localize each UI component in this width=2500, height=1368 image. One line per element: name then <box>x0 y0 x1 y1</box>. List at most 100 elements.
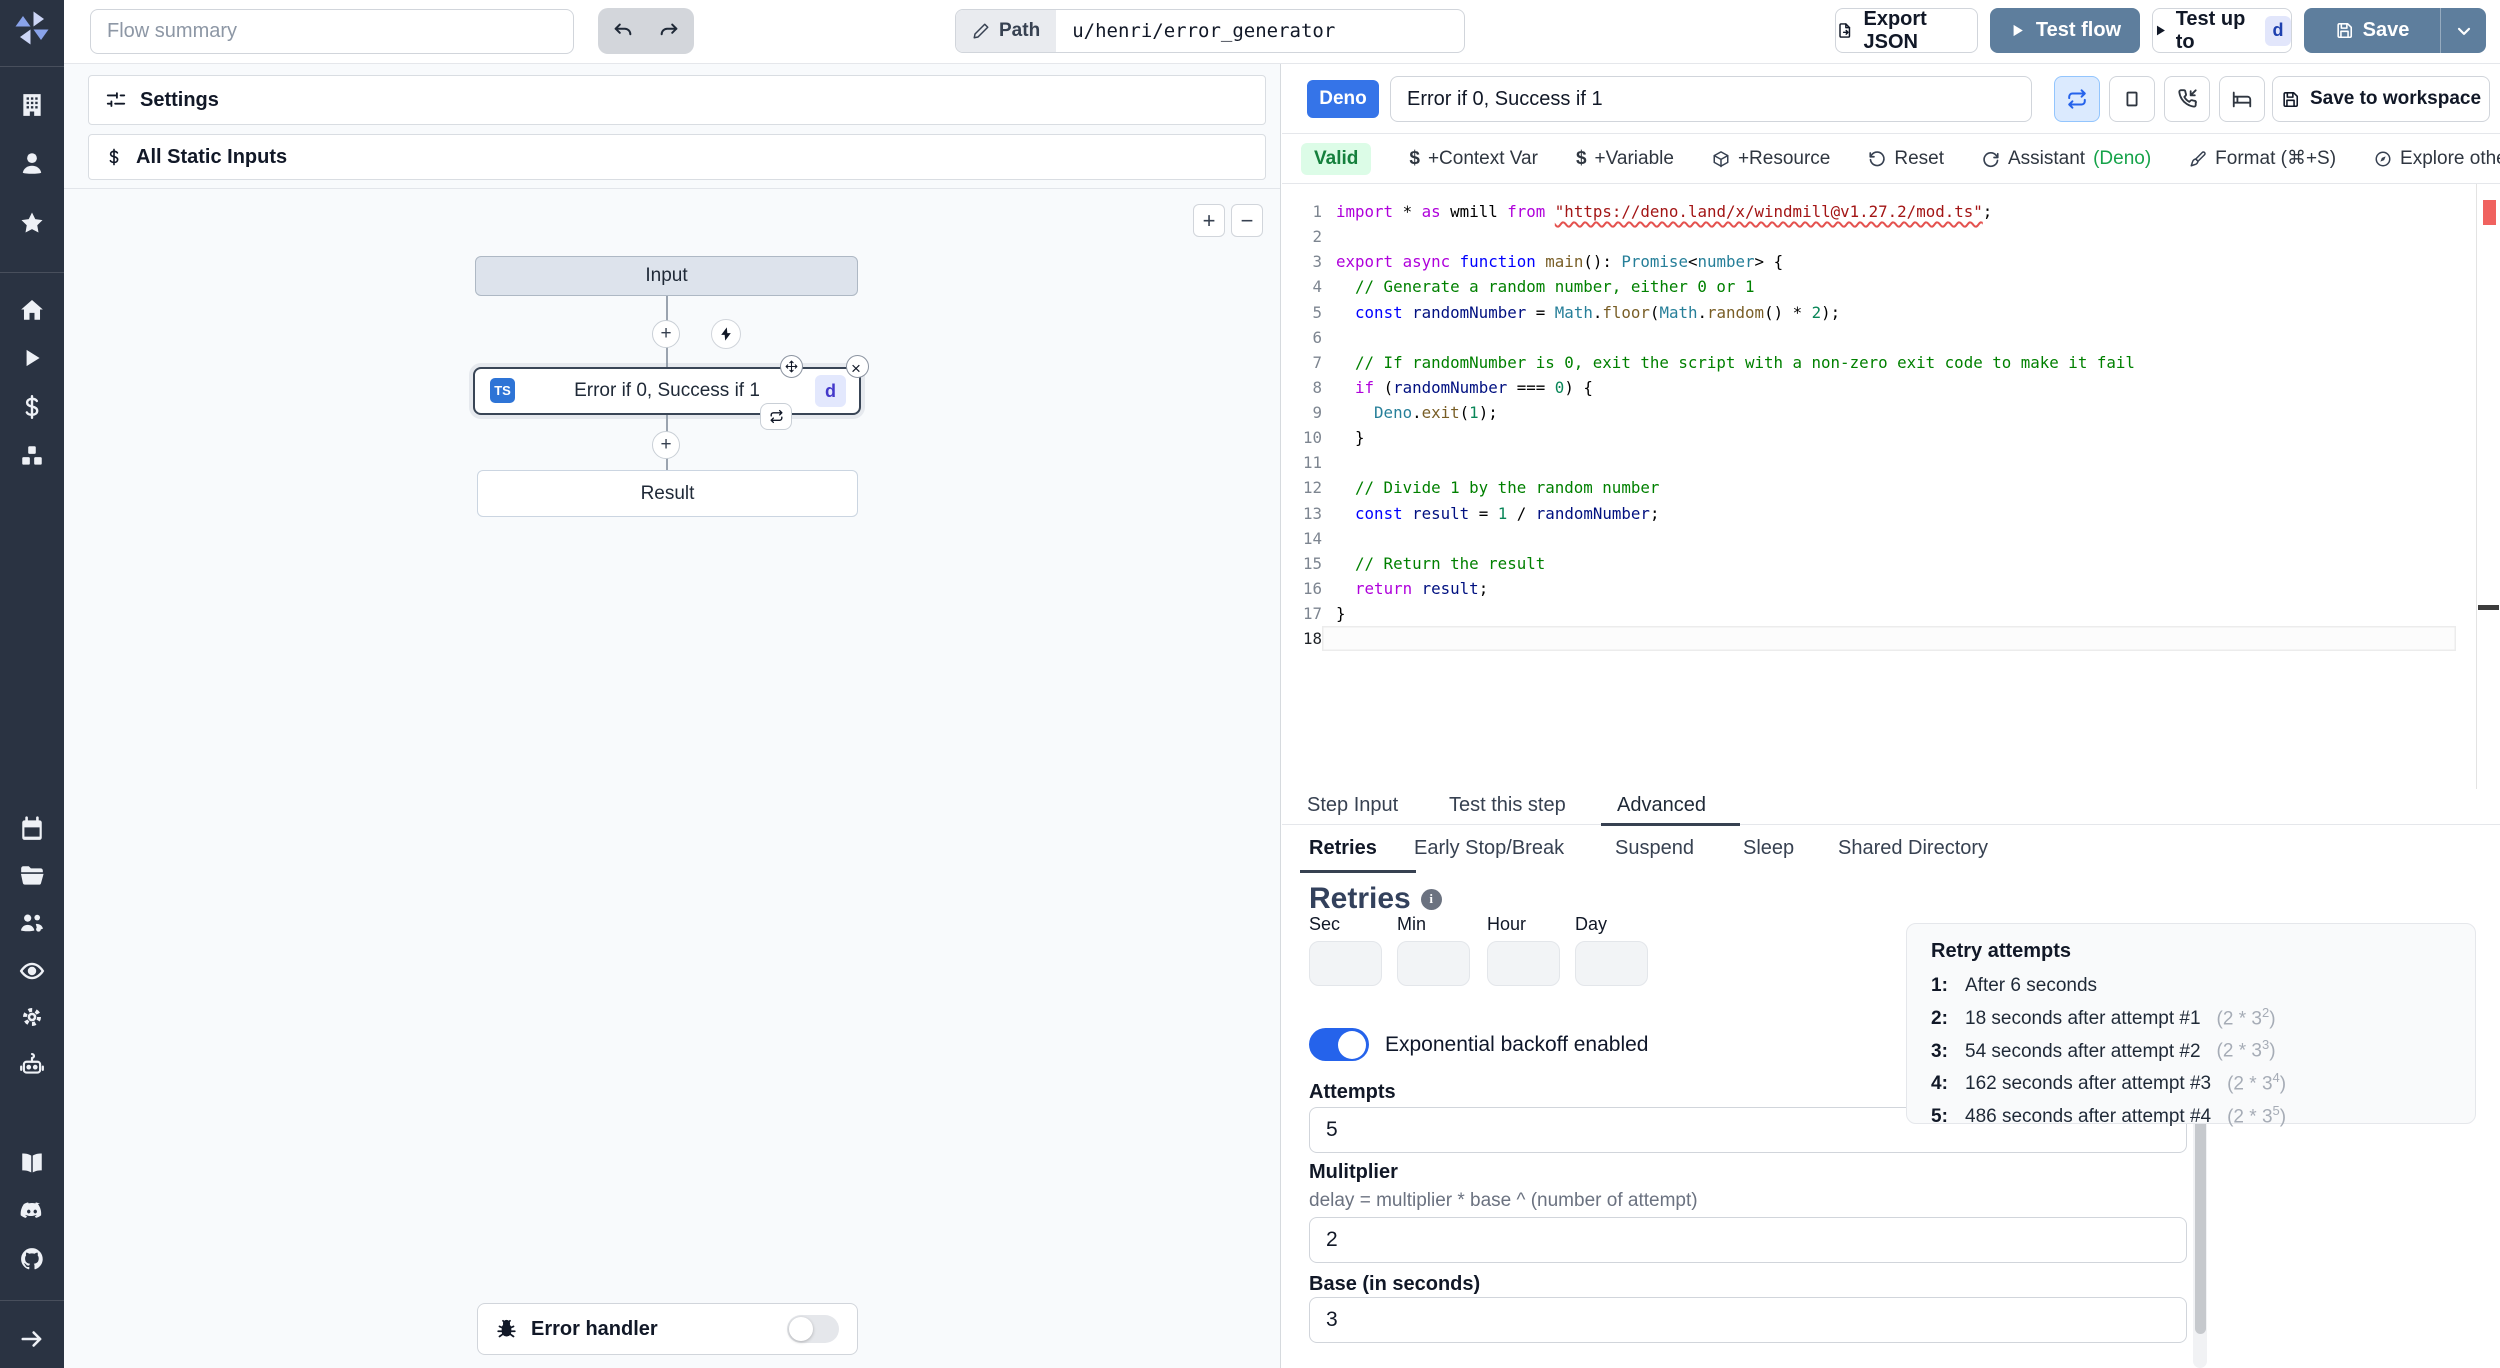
hour-input[interactable] <box>1487 941 1560 986</box>
undo-button[interactable] <box>603 12 643 50</box>
tab-test-this-step[interactable]: Test this step <box>1449 794 1566 817</box>
test-flow-button[interactable]: Test flow <box>1990 8 2140 53</box>
sleep-indicator-button[interactable] <box>2219 76 2265 122</box>
folders-icon[interactable] <box>19 863 45 889</box>
code-line[interactable]: 7 // If randomNumber is 0, exit the scri… <box>1282 350 2500 375</box>
sec-input[interactable] <box>1309 941 1382 986</box>
code-line[interactable]: 11 <box>1282 450 2500 475</box>
code-editor[interactable]: 1 import * as wmill from "https://deno.la… <box>1282 184 2500 789</box>
reset-button[interactable]: Reset <box>1868 148 1944 170</box>
all-static-inputs-bar[interactable]: All Static Inputs <box>88 134 1266 180</box>
settings-icon[interactable] <box>19 1004 45 1030</box>
multiplier-input[interactable] <box>1309 1217 2187 1263</box>
code-line[interactable]: 14 <box>1282 526 2500 551</box>
audit-logs-icon[interactable] <box>19 958 45 984</box>
add-variable-button[interactable]: $ +Variable <box>1576 148 1674 170</box>
flow-summary-input[interactable] <box>90 9 574 54</box>
step-title-input[interactable] <box>1390 76 2032 122</box>
tab-sleep[interactable]: Sleep <box>1743 837 1794 860</box>
sidebar-divider <box>0 66 64 67</box>
insert-step-button[interactable]: + <box>652 431 680 459</box>
assistant-button[interactable]: Assistant (Deno) <box>1982 148 2151 170</box>
retries-indicator-button[interactable] <box>2054 76 2100 122</box>
tab-suspend[interactable]: Suspend <box>1615 837 1694 860</box>
info-icon[interactable]: i <box>1420 888 1442 910</box>
min-input[interactable] <box>1397 941 1470 986</box>
retry-attempts-title: Retry attempts <box>1931 940 2072 962</box>
code-line[interactable]: 6 <box>1282 325 2500 350</box>
test-up-to-button[interactable]: Test up to d <box>2152 8 2292 53</box>
zoom-in-button[interactable]: + <box>1193 204 1225 237</box>
day-input[interactable] <box>1575 941 1648 986</box>
tab-advanced[interactable]: Advanced <box>1617 794 1706 817</box>
early-stop-indicator-button[interactable] <box>2109 76 2155 122</box>
workers-icon[interactable] <box>19 1052 45 1078</box>
export-json-label: Export JSON <box>1863 7 1927 53</box>
code-line[interactable]: 18 <box>1282 626 2500 652</box>
export-json-button[interactable]: Export JSON <box>1835 8 1978 53</box>
workspace-icon[interactable] <box>19 92 45 118</box>
flow-step-node[interactable]: Error if 0, Success if 1 <box>473 367 861 415</box>
step-id-badge[interactable]: d <box>815 375 846 407</box>
variables-icon[interactable] <box>19 394 45 420</box>
discord-icon[interactable] <box>19 1198 45 1224</box>
delete-step-button[interactable]: × <box>846 355 869 378</box>
trigger-button[interactable] <box>711 319 741 349</box>
schedules-icon[interactable] <box>19 816 45 842</box>
flow-input-node[interactable]: Input <box>475 256 858 296</box>
zoom-out-button[interactable]: − <box>1231 204 1263 237</box>
tab-step-input[interactable]: Step Input <box>1307 794 1398 817</box>
error-handler-toggle[interactable] <box>787 1315 839 1343</box>
tab-shared-directory[interactable]: Shared Directory <box>1838 837 1988 860</box>
flow-settings-bar[interactable]: Settings <box>88 75 1266 125</box>
code-line[interactable]: 5 const randomNumber = Math.floor(Math.r… <box>1282 300 2500 325</box>
code-line[interactable]: 12 // Divide 1 by the random number <box>1282 475 2500 500</box>
dollar-icon: $ <box>1409 147 1420 169</box>
suspend-indicator-button[interactable] <box>2164 76 2210 122</box>
insert-step-button[interactable]: + <box>652 320 680 348</box>
exponential-backoff-toggle[interactable] <box>1309 1028 1369 1061</box>
github-icon[interactable] <box>19 1246 45 1272</box>
retry-attempt-row: 5: 486 seconds after attempt #4 (2 * 35) <box>1931 1102 2287 1128</box>
tab-retries[interactable]: Retries <box>1309 837 1377 860</box>
expand-sidebar-icon[interactable] <box>19 1326 45 1352</box>
path-field[interactable]: Path u/henri/error_generator <box>955 9 1465 53</box>
docs-icon[interactable] <box>19 1150 45 1176</box>
step-retries-indicator[interactable] <box>760 403 792 430</box>
move-step-button[interactable] <box>780 355 803 378</box>
user-icon[interactable] <box>19 150 45 176</box>
add-context-var-button[interactable]: $ +Context Var <box>1409 148 1538 170</box>
retry-attempt-row: 2: 18 seconds after attempt #1 (2 * 32) <box>1931 1004 2276 1029</box>
base-input[interactable] <box>1309 1297 2187 1343</box>
add-resource-button[interactable]: +Resource <box>1712 148 1830 170</box>
resources-icon[interactable] <box>19 443 45 469</box>
tab-early-stop[interactable]: Early Stop/Break <box>1414 837 1564 860</box>
code-line[interactable]: 8 if (randomNumber === 0) { <box>1282 375 2500 400</box>
flow-canvas[interactable] <box>64 188 1280 1368</box>
line-number: 14 <box>1302 528 1322 548</box>
code-line[interactable]: 13 const result = 1 / randomNumber; <box>1282 501 2500 526</box>
code-line[interactable]: 10 } <box>1282 425 2500 450</box>
save-to-workspace-button[interactable]: Save to workspace <box>2272 76 2490 122</box>
favorites-icon[interactable] <box>19 210 45 236</box>
save-dropdown-button[interactable] <box>2440 8 2486 53</box>
code-line[interactable]: 16 return result; <box>1282 576 2500 601</box>
code-line[interactable]: 17} <box>1282 601 2500 626</box>
save-button[interactable]: Save <box>2304 8 2440 53</box>
code-line[interactable]: 15 // Return the result <box>1282 551 2500 576</box>
code-line[interactable]: 4 // Generate a random number, either 0 … <box>1282 274 2500 299</box>
bed-icon <box>2231 88 2253 110</box>
flow-result-node[interactable]: Result <box>477 470 858 517</box>
redo-button[interactable] <box>649 12 689 50</box>
format-button[interactable]: Format (⌘+S) <box>2189 147 2336 170</box>
home-icon[interactable] <box>19 297 45 323</box>
code-line[interactable]: 2 <box>1282 224 2500 249</box>
windmill-logo-icon[interactable] <box>14 10 50 46</box>
code-line[interactable]: 9 Deno.exit(1); <box>1282 400 2500 425</box>
groups-icon[interactable] <box>19 910 45 936</box>
code-line[interactable]: 1 import * as wmill from "https://deno.la… <box>1282 199 2500 224</box>
explore-scripts-button[interactable]: Explore other s <box>2374 148 2500 170</box>
path-value[interactable]: u/henri/error_generator <box>1056 10 1351 52</box>
runs-icon[interactable] <box>19 345 45 371</box>
code-line[interactable]: 3 export async function main(): Promise<n… <box>1282 249 2500 274</box>
